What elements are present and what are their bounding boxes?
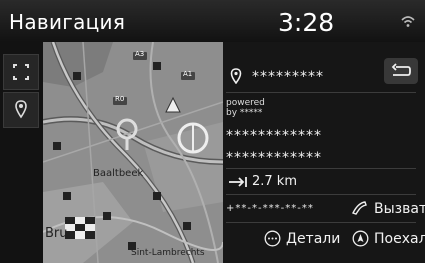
back-arrow-icon — [391, 63, 411, 76]
back-button[interactable] — [384, 58, 418, 84]
provider-credit: powered by ***** — [226, 98, 265, 118]
details-label: Детали — [286, 231, 341, 247]
distance-value: 2.7 km — [252, 174, 297, 189]
divider — [226, 168, 416, 169]
call-label: Вызвать — [374, 201, 425, 217]
map-view-button[interactable] — [3, 92, 39, 128]
destination-name: ********* — [252, 69, 324, 85]
map-label-city: Bru — [45, 226, 68, 241]
provider-line2: by ***** — [226, 108, 263, 118]
phone-number: +**-*-***-**-** — [226, 203, 314, 214]
distance-arrow-icon — [229, 177, 247, 187]
screen-title: Навигация — [9, 10, 126, 34]
provider-line1: powered — [226, 98, 265, 108]
navigate-arrow-icon — [352, 230, 369, 247]
location-pin-icon — [230, 68, 242, 84]
map-label-district: Sint-Lambrechts — [131, 248, 205, 258]
divider — [226, 194, 416, 195]
expand-map-icon — [13, 64, 29, 80]
divider — [226, 92, 416, 93]
map-road-label-a1: A1 — [183, 70, 193, 78]
status-bar: Навигация 3:28 — [0, 0, 425, 42]
map-view[interactable]: Baaltbeek Bru Sint-Lambrechts A1 A3 R0 — [43, 42, 223, 263]
address-line-1: ************ — [226, 128, 322, 144]
left-sidebar — [0, 42, 43, 263]
map-road-label-r0: R0 — [115, 95, 125, 103]
wifi-signal-icon — [401, 16, 415, 27]
location-mode-icon — [15, 100, 27, 119]
address-line-2: ************ — [226, 150, 322, 166]
divider — [226, 222, 416, 223]
more-dots-icon — [264, 230, 281, 247]
phone-icon — [352, 201, 367, 215]
expand-map-button[interactable] — [3, 54, 39, 90]
clock: 3:28 — [278, 8, 335, 37]
map-canvas — [43, 42, 223, 263]
map-label-town: Baaltbeek — [93, 168, 144, 179]
go-label: Поехали — [374, 231, 425, 247]
map-road-label-a3: A3 — [135, 50, 145, 58]
